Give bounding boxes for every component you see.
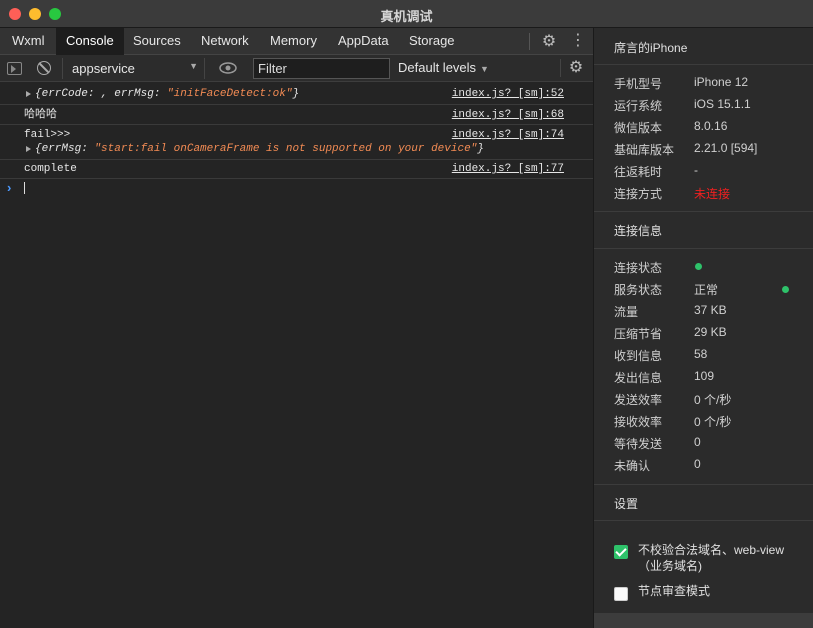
settings-gear-icon[interactable]: ⚙ xyxy=(540,33,558,51)
source-link[interactable]: index.js? [sm]:77 xyxy=(452,161,564,177)
connection-status-dot xyxy=(695,263,702,270)
console-settings-gear-icon[interactable]: ⚙ xyxy=(567,59,585,77)
tab-wxml[interactable]: Wxml xyxy=(2,28,55,55)
divider xyxy=(594,484,813,485)
conn-row-received: 收到信息 58 xyxy=(614,347,708,363)
expand-triangle-icon[interactable] xyxy=(26,91,31,97)
log-text: complete xyxy=(24,163,77,175)
eye-icon[interactable] xyxy=(219,60,237,76)
settings-heading: 设置 xyxy=(614,497,639,511)
expand-triangle-icon[interactable] xyxy=(26,146,31,152)
console-message: {errCode: , errMsg: "initFaceDetect:ok"}… xyxy=(0,83,593,105)
conn-row-pending: 等待发送 0 xyxy=(614,435,701,451)
info-row-connection-mode: 连接方式 未连接 xyxy=(614,187,731,201)
skip-domain-check-checkbox[interactable] xyxy=(614,545,628,559)
connection-mode-status: 未连接 xyxy=(694,187,731,201)
chevron-down-icon: ▼ xyxy=(189,61,198,71)
more-options-icon[interactable]: ⋮ xyxy=(570,32,586,50)
tab-separator xyxy=(529,33,530,50)
connection-info-heading: 连接信息 xyxy=(614,224,663,238)
log-levels-dropdown[interactable]: Default levels ▼ xyxy=(398,60,489,75)
info-row-os: 运行系统 iOS 15.1.1 xyxy=(614,97,751,113)
sidebar-toggle-icon[interactable] xyxy=(7,62,22,75)
info-row-wechat-version: 微信版本 8.0.16 xyxy=(614,119,728,135)
window-title: 真机调试 xyxy=(380,9,433,24)
conn-row-receive-rate: 接收效率 0 个/秒 xyxy=(614,415,732,429)
source-link[interactable]: index.js? [sm]:52 xyxy=(452,86,564,102)
tab-storage[interactable]: Storage xyxy=(399,28,465,55)
info-row-model: 手机型号 iPhone 12 xyxy=(614,75,749,91)
devtools-window: 真机调试 Wxml Console Sources Network Memory… xyxy=(0,0,813,628)
divider xyxy=(594,211,813,212)
node-inspect-checkbox[interactable] xyxy=(614,587,628,601)
text-caret xyxy=(24,182,25,194)
logged-object[interactable]: {errCode: , errMsg: "initFaceDetect:ok"} xyxy=(35,86,299,102)
prompt-chevron-icon: › xyxy=(7,180,12,195)
log-levels-label: Default levels xyxy=(398,60,477,75)
info-row-lib-version: 基础库版本 2.21.0 [594] xyxy=(614,141,758,157)
console-message: fail>>> index.js? [sm]:74 {errMsg: "star… xyxy=(0,125,593,160)
conn-row-sent: 发出信息 109 xyxy=(614,369,715,385)
info-row-rtt: 往返耗时 - xyxy=(614,163,698,179)
console-message: 哈哈哈 index.js? [sm]:68 xyxy=(0,105,593,125)
node-inspect-label[interactable]: 节点审查模式 xyxy=(638,583,798,599)
context-select-label: appservice xyxy=(72,61,135,76)
logged-object[interactable]: {errMsg: "start:fail onCameraFrame is no… xyxy=(35,141,484,157)
divider xyxy=(594,64,813,65)
conn-row-send-rate: 发送效率 0 个/秒 xyxy=(614,393,732,407)
divider xyxy=(594,520,813,521)
console-toolbar: appservice ▼ Default levels▼ ⚙ xyxy=(0,55,593,82)
skip-domain-check-label[interactable]: 不校验合法域名、web-view（业务域名) xyxy=(638,542,798,574)
devtools-panel: Wxml Console Sources Network Memory AppD… xyxy=(0,28,593,628)
source-link[interactable]: index.js? [sm]:68 xyxy=(452,107,564,123)
tab-appdata[interactable]: AppData xyxy=(328,28,399,55)
divider xyxy=(594,248,813,249)
context-select[interactable]: appservice ▼ xyxy=(62,58,205,79)
service-status-dot xyxy=(782,286,789,293)
conn-row-traffic: 流量 37 KB xyxy=(614,303,727,319)
console-message: complete index.js? [sm]:77 xyxy=(0,160,593,179)
tab-network[interactable]: Network xyxy=(191,28,259,55)
conn-row-status: 连接状态 xyxy=(614,259,804,275)
filter-input[interactable] xyxy=(253,58,390,79)
device-name: 席言的iPhone xyxy=(614,41,688,55)
tab-bar: Wxml Console Sources Network Memory AppD… xyxy=(0,28,593,55)
toolbar-separator xyxy=(560,59,561,77)
conn-row-compression: 压缩节省 29 KB xyxy=(614,325,727,341)
chevron-down-icon: ▼ xyxy=(480,64,489,74)
tab-sources[interactable]: Sources xyxy=(123,28,191,55)
log-text: 哈哈哈 xyxy=(24,109,57,121)
device-info-panel: 席言的iPhone 手机型号 iPhone 12 运行系统 iOS 15.1.1 微… xyxy=(594,28,813,628)
console-output: {errCode: , errMsg: "initFaceDetect:ok"}… xyxy=(0,83,593,628)
conn-row-service: 服务状态 正常 xyxy=(614,281,804,297)
tab-memory[interactable]: Memory xyxy=(260,28,327,55)
title-bar: 真机调试 xyxy=(0,0,813,28)
clear-console-icon[interactable] xyxy=(37,61,51,75)
console-prompt[interactable]: › xyxy=(0,179,593,197)
tab-console[interactable]: Console xyxy=(56,28,124,55)
bottom-bar xyxy=(594,613,813,628)
conn-row-unconfirmed: 未确认 0 xyxy=(614,457,701,473)
